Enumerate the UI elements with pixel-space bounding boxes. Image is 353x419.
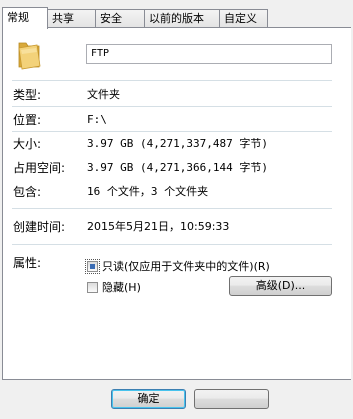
button-bar: 确定 (0, 380, 353, 419)
advanced-button[interactable]: 高级(D)... (229, 276, 332, 296)
hidden-label: 隐藏(H) (102, 281, 141, 294)
general-content: 类型: 文件夹 位置: F:\ 大小: 3.97 GB (4,271,337,4… (0, 0, 353, 380)
readonly-label: 只读(仅应用于文件夹中的文件)(R) (102, 260, 270, 273)
ok-button[interactable]: 确定 (111, 389, 186, 409)
size-label: 大小: (13, 137, 42, 151)
cancel-button[interactable] (194, 389, 269, 409)
attributes-label: 属性: (13, 256, 42, 270)
created-value: 2015年5月21日，10:59:33 (87, 220, 230, 233)
size-value: 3.97 GB (4,271,337,487 字节) (87, 137, 268, 150)
separator (12, 80, 332, 81)
separator (12, 208, 332, 209)
readonly-checkbox-row[interactable]: 只读(仅应用于文件夹中的文件)(R) (85, 258, 270, 274)
properties-dialog: 常规 共享 安全 以前的版本 自定义 FTP 类型: 文件夹 位置: F:\ 大… (0, 0, 353, 419)
separator (12, 244, 332, 245)
contains-value: 16 个文件，3 个文件夹 (87, 185, 209, 198)
hidden-checkbox[interactable] (87, 281, 98, 293)
created-label: 创建时间: (13, 220, 66, 234)
contains-label: 包含: (13, 185, 42, 199)
disk-size-label: 占用空间: (13, 161, 66, 175)
location-value: F:\ (87, 113, 107, 126)
disk-size-value: 3.97 GB (4,271,366,144 字节) (87, 161, 268, 174)
location-label: 位置: (13, 113, 42, 127)
separator (12, 131, 332, 132)
hidden-checkbox-row[interactable]: 隐藏(H) (87, 279, 141, 295)
readonly-checkbox[interactable] (85, 258, 100, 274)
type-label: 类型: (13, 88, 42, 102)
separator (12, 106, 332, 107)
type-value: 文件夹 (87, 88, 120, 101)
